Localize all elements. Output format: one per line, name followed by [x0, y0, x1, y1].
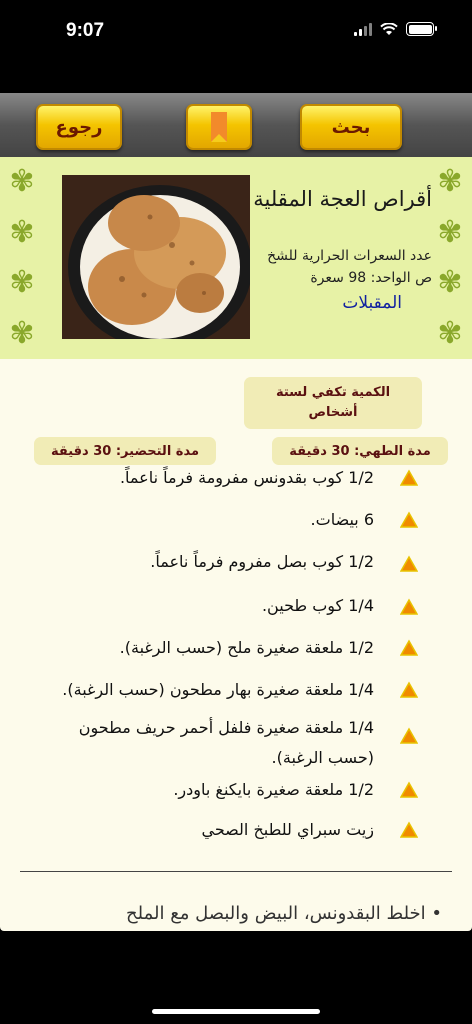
- bullet-triangle-icon: [400, 821, 418, 838]
- ingredient-item: 1/2 كوب بصل مفروم فرماً ناعماً.: [150, 552, 374, 571]
- recipe-screen: رجوع بحث ✾ ✾ ✾ ✾ ✾ ✾ ✾ ✾ أقراص العجة الم…: [0, 93, 472, 931]
- ingredient-item: 6 بيضات.: [310, 510, 374, 529]
- home-indicator[interactable]: [152, 1009, 320, 1014]
- bullet-triangle-icon: [400, 781, 418, 798]
- ingredient-item: 1/4 ملعقة صغيرة فلفل أحمر حريف مطحون (حس…: [78, 718, 374, 767]
- category-link[interactable]: المقبلات: [342, 293, 402, 313]
- ingredient-item: 1/4 ملعقة صغيرة بهار مطحون (حسب الرغبة).: [62, 680, 374, 699]
- ornament-right: ✾ ✾ ✾ ✾: [437, 164, 463, 351]
- bullet-triangle-icon: [400, 469, 418, 486]
- ingredient-item: زيت سبراي للطبخ الصحي: [201, 820, 375, 839]
- cook-time-tag: مدة الطهي: 30 دقيقة: [272, 437, 448, 465]
- servings-tag: الكمية تكفي لستة أشخاص: [244, 377, 422, 429]
- calories-line-1: عدد السعرات الحرارية للشخ: [267, 248, 432, 264]
- ingredient-item: 1/2 ملعقة صغيرة ملح (حسب الرغبة).: [119, 638, 374, 657]
- search-button-label: بحث: [331, 116, 371, 138]
- calories-line-2: ص الواحد: 98 سعرة: [310, 270, 432, 286]
- bullet-triangle-icon: [400, 598, 418, 615]
- bookmark-icon: [211, 112, 227, 142]
- calories-info: عدد السعرات الحرارية للشخ ص الواحد: 98 س…: [250, 245, 432, 289]
- recipe-photo: [62, 175, 250, 339]
- status-icons: [354, 22, 437, 36]
- prep-time-tag: مدة التحضير: 30 دقيقة: [34, 437, 216, 465]
- bullet-triangle-icon: [400, 511, 418, 528]
- divider: [20, 871, 452, 872]
- ingredient-item: 1/4 كوب طحين.: [261, 596, 374, 615]
- servings-line-2: أشخاص: [308, 405, 358, 420]
- bullet-triangle-icon: [400, 727, 418, 744]
- bookmark-button[interactable]: [186, 104, 252, 150]
- ingredient-item: 1/2 كوب بقدونس مفرومة فرماً ناعماً.: [119, 468, 374, 487]
- bullet-triangle-icon: [400, 555, 418, 572]
- signal-icon: [354, 22, 372, 36]
- battery-icon: [406, 22, 437, 36]
- wifi-icon: [380, 22, 398, 35]
- bullet-triangle-icon: [400, 681, 418, 698]
- servings-line-1: الكمية تكفي لستة: [275, 385, 391, 400]
- ornament-left: ✾ ✾ ✾ ✾: [9, 164, 35, 351]
- status-bar: 9:07: [0, 0, 472, 64]
- bullet-triangle-icon: [400, 639, 418, 656]
- recipe-header: ✾ ✾ ✾ ✾ ✾ ✾ ✾ ✾ أقراص العجة المقلية عدد السعرا…: [0, 157, 472, 359]
- search-button[interactable]: بحث: [300, 104, 402, 150]
- back-button-label: رجوع: [55, 116, 103, 138]
- back-button[interactable]: رجوع: [36, 104, 122, 150]
- ingredient-item: 1/2 ملعقة صغيرة بايكنغ باودر.: [173, 780, 374, 799]
- recipe-title: أقراص العجة المقلية: [253, 187, 432, 211]
- status-time: 9:07: [66, 20, 105, 41]
- instructions-preview: • اخلط البقدونس، البيض والبصل مع الملح: [126, 903, 442, 924]
- toolbar: رجوع بحث: [0, 93, 472, 157]
